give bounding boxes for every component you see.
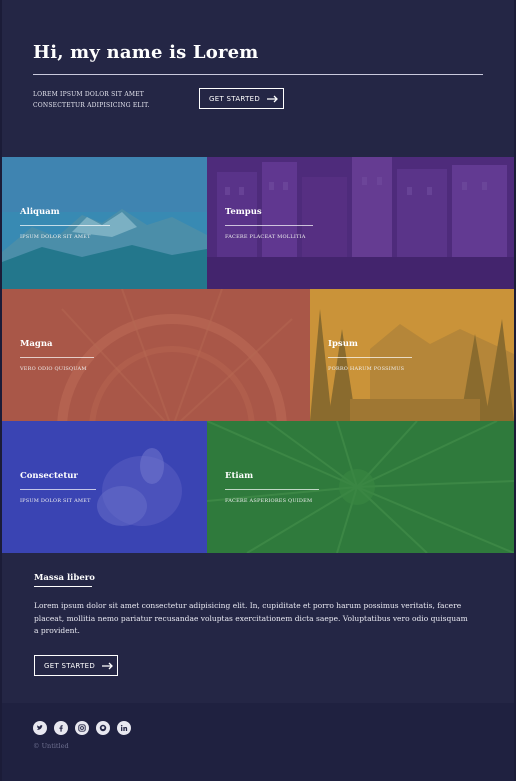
tile-consectetur-image [2,421,207,553]
tile-etiam[interactable]: Etiam FACERE ASPERIORES QUIDEM [207,421,514,553]
footer: © Untitled [2,703,514,781]
tile-title: Consectetur [20,471,78,481]
tile-tempus-image [207,157,514,289]
page-frame: Hi, my name is Lorem LOREM IPSUM DOLOR S… [2,0,514,781]
copyright: © Untitled [33,742,69,750]
tile-title: Ipsum [328,339,358,349]
tile-title: Aliquam [20,207,60,217]
page-title: Hi, my name is Lorem [33,42,259,63]
tile-subtitle: PORRO HARUM POSSIMUS [328,366,405,372]
tile-subtitle: IPSUM DOLOR SIT AMET [20,498,91,504]
tile-magna[interactable]: Magna VERO ODIO QUISQUAM [2,289,310,421]
tile-aliquam[interactable]: Aliquam IPSUM DOLOR SIT AMET [2,157,207,289]
tile-divider [20,357,94,358]
tile-subtitle: VERO ODIO QUISQUAM [20,366,87,372]
tile-etiam-image [207,421,514,553]
tiles-grid: Aliquam IPSUM DOLOR SIT AMET Tempus FACE… [2,157,514,553]
section-body: Lorem ipsum dolor sit amet consectetur a… [34,601,468,635]
tile-subtitle: IPSUM DOLOR SIT AMET [20,234,91,240]
tile-title: Etiam [225,471,254,481]
header-section: Hi, my name is Lorem LOREM IPSUM DOLOR S… [2,0,514,157]
tile-subtitle: FACERE ASPERIORES QUIDEM [225,498,313,504]
tile-divider [20,225,110,226]
tile-magna-image [2,289,310,421]
linkedin-icon[interactable] [117,721,131,735]
header-divider [33,74,483,75]
tile-divider [225,489,319,490]
arrow-right-icon [102,662,113,669]
get-started-label: GET STARTED [209,94,261,103]
section-divider [34,586,92,587]
tile-divider [328,357,412,358]
tile-divider [20,489,96,490]
facebook-icon[interactable] [54,721,68,735]
arrow-right-icon [267,95,278,102]
get-started-label: GET STARTED [44,661,96,670]
tile-ipsum[interactable]: Ipsum PORRO HARUM POSSIMUS [310,289,514,421]
github-icon[interactable] [96,721,110,735]
tile-consectetur[interactable]: Consectetur IPSUM DOLOR SIT AMET [2,421,207,553]
tile-title: Tempus [225,207,262,217]
twitter-icon[interactable] [33,721,47,735]
section-title: Massa libero [34,573,95,583]
massa-section: Massa libero Lorem ipsum dolor sit amet … [2,553,514,703]
tile-subtitle: FACERE PLACEAT MOLLITIA [225,234,306,240]
header-intro: LOREM IPSUM DOLOR SIT AMET CONSECTETUR A… [33,91,150,109]
tile-tempus[interactable]: Tempus FACERE PLACEAT MOLLITIA [207,157,514,289]
instagram-icon[interactable] [75,721,89,735]
tile-divider [225,225,313,226]
get-started-button[interactable]: GET STARTED [199,88,284,109]
tile-title: Magna [20,339,53,349]
get-started-button-secondary[interactable]: GET STARTED [34,655,118,676]
social-links [33,721,131,735]
tile-aliquam-image [2,157,207,289]
tile-ipsum-image [310,289,514,421]
